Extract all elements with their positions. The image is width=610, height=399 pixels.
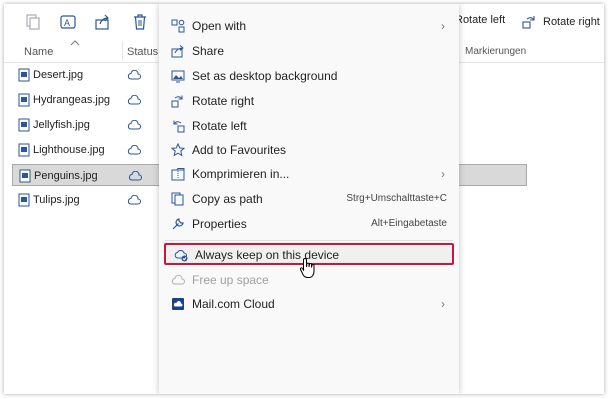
cloud-icon bbox=[127, 145, 141, 155]
rotate-right-toolbar-button[interactable]: Rotate right bbox=[521, 14, 600, 30]
context-menu: Open with › Share Set as desktop backgro… bbox=[159, 4, 459, 394]
wrench-icon bbox=[171, 217, 185, 231]
file-name: Tulips.jpg bbox=[33, 194, 80, 206]
star-icon bbox=[171, 143, 185, 157]
menu-item-label: Rotate left bbox=[192, 119, 247, 133]
sort-ascending-icon bbox=[70, 40, 80, 46]
file-name: Hydrangeas.jpg bbox=[33, 94, 111, 106]
chevron-right-icon: › bbox=[441, 297, 445, 311]
menu-item-label: Copy as path bbox=[192, 192, 263, 206]
menu-item-label: Open with bbox=[192, 19, 247, 33]
menu-item-shortcut: Strg+Umschalttaste+C bbox=[346, 193, 447, 204]
cloud-icon bbox=[171, 273, 185, 287]
menu-item-share[interactable]: Share bbox=[159, 39, 459, 63]
rotate-left-icon bbox=[171, 119, 185, 133]
rotate-left-toolbar-button[interactable]: Rotate left bbox=[455, 14, 505, 26]
column-status[interactable]: Status bbox=[127, 46, 158, 58]
menu-item-copy-path[interactable]: Copy as path Strg+Umschalttaste+C bbox=[159, 187, 459, 211]
menu-item-mail-cloud[interactable]: Mail.com Cloud › bbox=[159, 292, 459, 316]
cloud-icon bbox=[128, 171, 142, 181]
rename-icon[interactable]: A bbox=[59, 13, 77, 31]
rotate-right-label: Rotate right bbox=[543, 16, 600, 28]
hand-pointer-icon bbox=[299, 257, 315, 278]
image-file-icon bbox=[18, 193, 30, 207]
menu-separator bbox=[165, 240, 453, 241]
cloud-icon bbox=[127, 70, 141, 80]
menu-item-label: Mail.com Cloud bbox=[192, 297, 275, 311]
menu-item-komprimieren[interactable]: Komprimieren in... › bbox=[159, 162, 459, 186]
rotate-left-label: Rotate left bbox=[455, 14, 506, 26]
svg-text:A: A bbox=[64, 18, 70, 28]
image-file-icon bbox=[18, 93, 30, 107]
menu-item-label: Always keep on this device bbox=[195, 248, 340, 262]
delete-icon[interactable] bbox=[131, 13, 149, 31]
chevron-right-icon: › bbox=[441, 19, 445, 33]
file-name: Lighthouse.jpg bbox=[33, 144, 105, 156]
mail-cloud-icon bbox=[171, 297, 185, 311]
menu-item-shortcut: Alt+Eingabetaste bbox=[371, 218, 447, 229]
image-file-icon bbox=[18, 68, 30, 82]
menu-item-label: Rotate right bbox=[192, 94, 255, 108]
open-with-icon bbox=[171, 19, 185, 33]
rotate-right-icon bbox=[171, 94, 185, 108]
share-icon[interactable] bbox=[94, 13, 112, 31]
cloud-sync-icon bbox=[174, 248, 188, 262]
rotate-right-icon bbox=[522, 16, 535, 29]
chevron-right-icon: › bbox=[441, 167, 445, 181]
zip-folder-icon bbox=[171, 167, 185, 181]
explorer-window: A Rotate left Rotate right Name Status M… bbox=[4, 4, 604, 394]
menu-item-add-favourites[interactable]: Add to Favourites bbox=[159, 138, 459, 162]
share-icon bbox=[171, 44, 185, 58]
menu-item-rotate-left[interactable]: Rotate left bbox=[159, 114, 459, 138]
menu-item-label: Properties bbox=[192, 217, 247, 231]
menu-item-open-with[interactable]: Open with › bbox=[159, 14, 459, 38]
menu-item-label: Set as desktop background bbox=[192, 69, 338, 83]
column-name[interactable]: Name bbox=[24, 46, 53, 58]
copy-icon[interactable] bbox=[24, 13, 42, 31]
menu-item-label: Komprimieren in... bbox=[192, 167, 290, 181]
menu-item-properties[interactable]: Properties Alt+Eingabetaste bbox=[159, 212, 459, 236]
copy-path-icon bbox=[171, 192, 185, 206]
menu-item-label: Share bbox=[192, 44, 225, 58]
image-file-icon bbox=[18, 143, 30, 157]
menu-item-set-desktop[interactable]: Set as desktop background bbox=[159, 64, 459, 88]
cloud-icon bbox=[127, 95, 141, 105]
column-divider[interactable] bbox=[122, 42, 123, 60]
menu-item-label: Free up space bbox=[192, 273, 269, 287]
desktop-background-icon bbox=[171, 69, 185, 83]
column-markierungen[interactable]: Markierungen bbox=[465, 46, 526, 57]
cloud-icon bbox=[127, 120, 141, 130]
file-name: Jellyfish.jpg bbox=[33, 119, 90, 131]
file-name: Penguins.jpg bbox=[34, 170, 98, 182]
image-file-icon bbox=[19, 169, 31, 183]
menu-item-label: Add to Favourites bbox=[192, 143, 287, 157]
cloud-icon bbox=[127, 195, 141, 205]
menu-item-rotate-right[interactable]: Rotate right bbox=[159, 89, 459, 113]
image-file-icon bbox=[18, 118, 30, 132]
file-name: Desert.jpg bbox=[33, 69, 84, 81]
